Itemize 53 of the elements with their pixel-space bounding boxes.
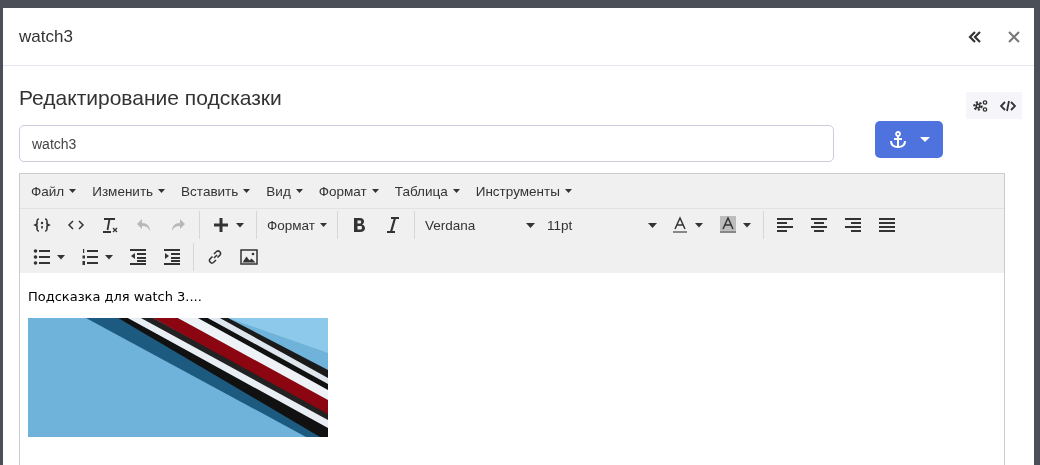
- anchor-dropdown-button[interactable]: [875, 121, 943, 158]
- caret-icon: [319, 223, 327, 227]
- menu-item[interactable]: Изменить: [84, 183, 174, 199]
- menu-item[interactable]: Формат: [310, 183, 387, 199]
- image-icon: [240, 248, 258, 266]
- collapse-icon[interactable]: [968, 30, 982, 43]
- caret-icon: [69, 189, 77, 193]
- justify-icon: [877, 216, 896, 234]
- caret-icon: [371, 189, 379, 193]
- form-heading: Редактирование подсказки: [19, 85, 283, 111]
- anchor-icon: [888, 130, 907, 149]
- caret-icon: [105, 254, 113, 260]
- caret-icon: [742, 222, 751, 228]
- caret-icon: [243, 189, 251, 193]
- outdent-icon: [129, 248, 147, 266]
- caret-icon: [452, 189, 460, 193]
- hint-text: Подсказка для watch 3....: [28, 289, 203, 304]
- menu-item[interactable]: Файл: [23, 183, 85, 199]
- caret-icon: [525, 222, 535, 228]
- font-select[interactable]: Verdana: [418, 212, 541, 238]
- text-color-icon: [670, 216, 689, 234]
- caret-icon: [694, 222, 703, 228]
- close-icon[interactable]: [1008, 30, 1020, 43]
- braces-icon: [33, 216, 51, 234]
- caret-icon: [236, 222, 244, 228]
- code-icon: [1000, 99, 1016, 112]
- align-right-icon: [843, 216, 862, 234]
- gears-icon: [972, 98, 988, 113]
- plus-icon: [212, 216, 230, 234]
- code-view-button[interactable]: [994, 92, 1022, 119]
- menu-item[interactable]: Таблица: [386, 183, 468, 199]
- window-title: watch3: [19, 26, 73, 47]
- format-dropdown[interactable]: Формат: [261, 212, 333, 238]
- bullet-list-icon: [33, 248, 51, 266]
- align-center-icon: [809, 216, 828, 234]
- clear-formatting-icon: [101, 216, 119, 234]
- menu-item[interactable]: Вид: [258, 183, 311, 199]
- caret-icon: [919, 136, 930, 143]
- name-field[interactable]: watch3: [19, 125, 834, 162]
- caret-icon: [295, 189, 303, 193]
- link-icon: [206, 248, 224, 266]
- caret-icon: [647, 222, 657, 228]
- menu-item[interactable]: Вставить: [173, 183, 259, 199]
- caret-icon: [564, 189, 572, 193]
- numbered-list-icon: [81, 248, 99, 266]
- caret-icon: [57, 254, 65, 260]
- align-left-icon: [775, 216, 794, 234]
- highlight-color-icon: [718, 216, 737, 234]
- indent-icon: [163, 248, 181, 266]
- settings-button[interactable]: [966, 92, 994, 119]
- font-select[interactable]: 11pt: [540, 212, 663, 238]
- caret-icon: [158, 189, 166, 193]
- menu-item[interactable]: Инструменты: [467, 183, 580, 199]
